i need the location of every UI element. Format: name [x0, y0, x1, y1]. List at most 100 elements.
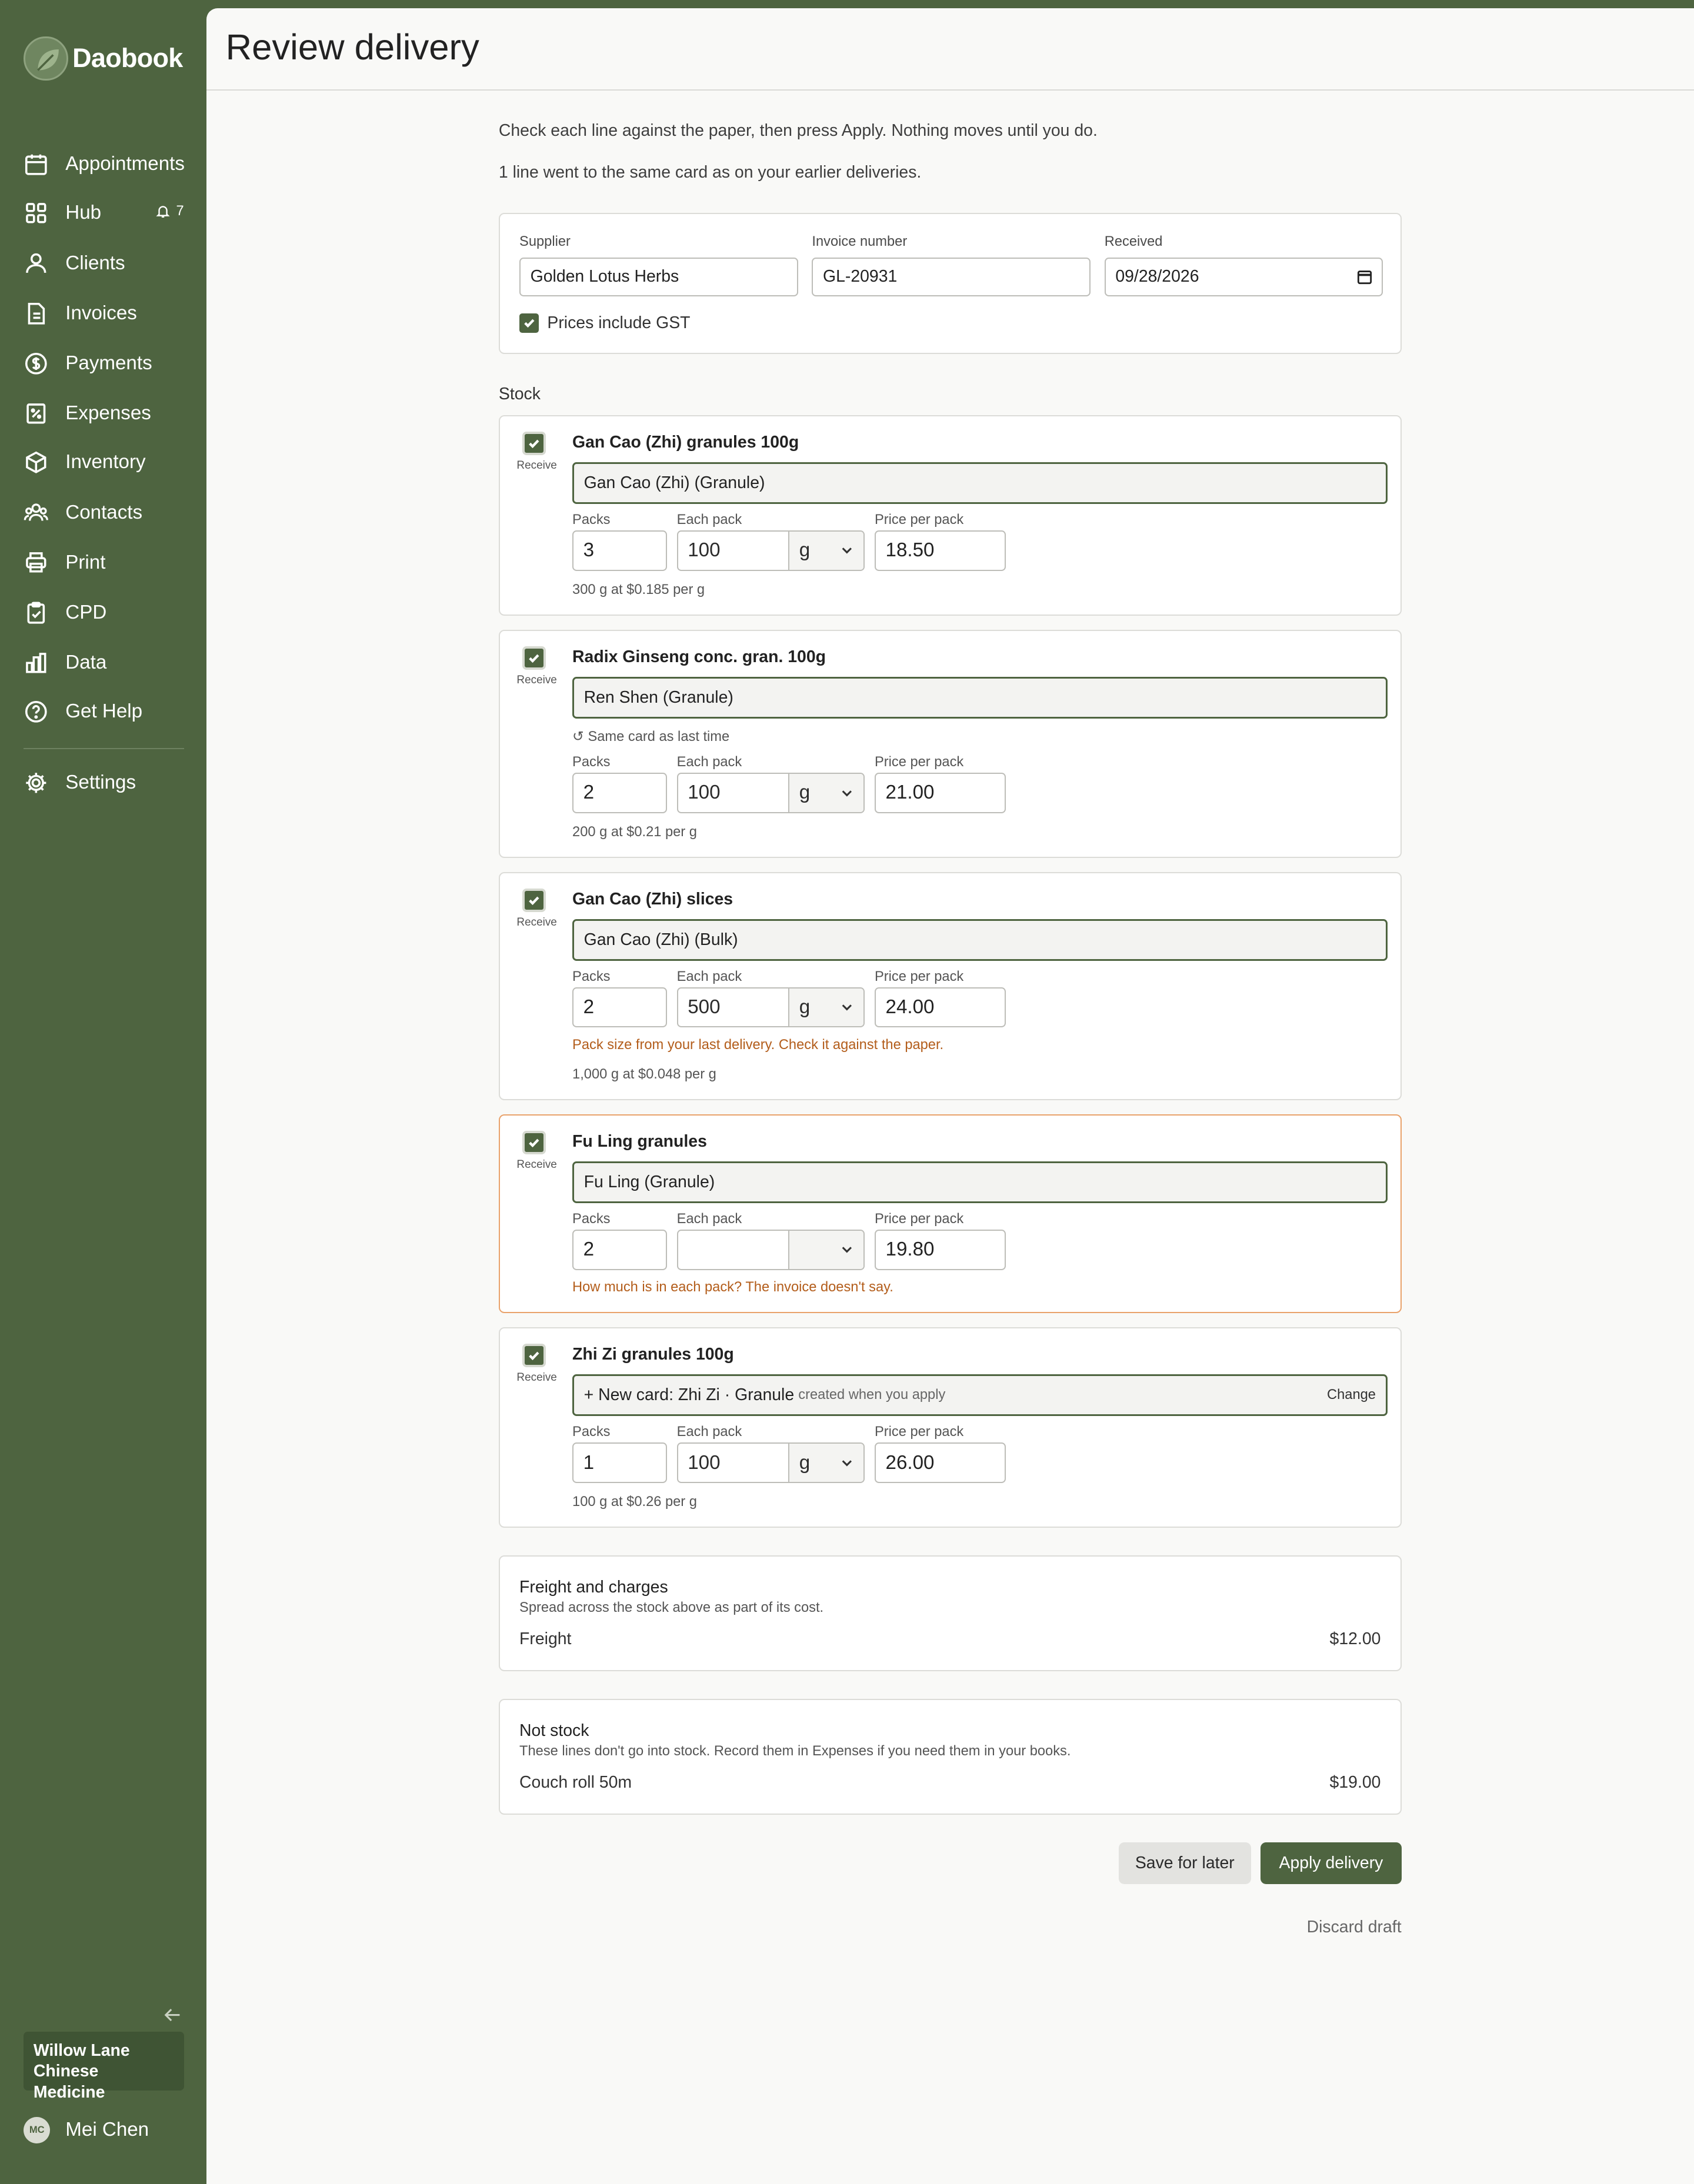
packs-input[interactable]: 2 [572, 987, 668, 1028]
check-icon [523, 319, 535, 328]
received-label: Received [1104, 233, 1163, 249]
sidebar-item-expenses[interactable]: Expenses [24, 393, 184, 435]
matched-card-name: Ren Shen (Granule) [583, 687, 733, 707]
sidebar-item-print[interactable]: Print [24, 542, 184, 583]
check-icon [529, 1138, 539, 1148]
main-panel: Review delivery Check each line against … [206, 8, 1694, 2184]
sidebar-item-hub[interactable]: Hub 7 [24, 192, 184, 234]
calendar-icon[interactable] [1357, 269, 1372, 285]
each-pack-amount[interactable]: 500 [678, 988, 790, 1027]
matched-card-select[interactable]: Gan Cao (Zhi) (Granule) [572, 462, 1388, 504]
sidebar-item-invoices[interactable]: Invoices [24, 292, 184, 334]
packs-input[interactable]: 2 [572, 1229, 668, 1270]
each-pack-label: Each pack [676, 1424, 742, 1440]
each-pack-amount[interactable]: 100 [678, 1444, 790, 1482]
receipt-icon [24, 401, 49, 426]
freight-row: Freight $12.00 [519, 1629, 1380, 1649]
sidebar: Daobook Appointments Hub 7 Clients Invoi… [0, 0, 206, 2184]
matched-card-select[interactable]: Fu Ling (Granule) [572, 1161, 1388, 1203]
logo-icon [24, 36, 69, 81]
collapse-sidebar-button[interactable] [163, 2005, 182, 2025]
packs-label: Packs [572, 1424, 611, 1440]
stock-line-card: Receive Gan Cao (Zhi) granules 100g Gan … [498, 415, 1402, 616]
sidebar-item-label: Get Help [65, 700, 143, 723]
each-pack-label: Each pack [676, 969, 742, 985]
help-icon [24, 699, 49, 724]
sidebar-item-clients[interactable]: Clients [24, 242, 184, 284]
cost-summary: 1,000 g at $0.048 per g [572, 1066, 716, 1082]
brand[interactable]: Daobook [24, 36, 183, 81]
not-stock-card: Not stock These lines don't go into stoc… [498, 1699, 1402, 1815]
change-card-button[interactable]: Change [1327, 1387, 1376, 1403]
sidebar-item-label: Payments [65, 352, 152, 375]
sidebar-item-cpd[interactable]: CPD [24, 592, 184, 634]
cost-summary: 200 g at $0.21 per g [572, 824, 697, 840]
packs-input[interactable]: 2 [572, 773, 668, 813]
notification-badge[interactable]: 7 [155, 203, 184, 219]
clinic-switcher[interactable]: Willow Lane Chinese Medicine [24, 2032, 184, 2102]
price-per-pack-input[interactable]: 19.80 [874, 1229, 1006, 1270]
receive-label: Receive [516, 916, 557, 929]
discard-draft-link[interactable]: Discard draft [1307, 1918, 1402, 1937]
not-stock-amount: $19.00 [1329, 1772, 1381, 1792]
new-card-hint: created when you apply [798, 1387, 946, 1403]
matched-card-select[interactable]: Ren Shen (Granule) [572, 676, 1388, 719]
receive-checkbox[interactable] [522, 888, 546, 912]
packs-input[interactable]: 3 [572, 530, 668, 571]
sidebar-item-label: CPD [65, 602, 107, 624]
price-per-pack-input[interactable]: 21.00 [874, 773, 1006, 813]
unit-select[interactable]: g [789, 774, 864, 812]
received-date-input[interactable]: 09/28/2026 [1104, 257, 1383, 297]
bell-icon [156, 206, 170, 218]
sidebar-item-data[interactable]: Data [24, 642, 184, 684]
invoice-number-label: Invoice number [812, 233, 908, 249]
chevron-down-icon [842, 1460, 852, 1467]
receive-checkbox[interactable] [522, 1130, 546, 1154]
each-pack-amount[interactable] [678, 1230, 790, 1269]
unit-select[interactable]: g [789, 531, 864, 570]
sidebar-item-payments[interactable]: Payments [24, 343, 184, 385]
receive-checkbox[interactable] [522, 646, 546, 670]
sidebar-item-contacts[interactable]: Contacts [24, 492, 184, 533]
check-icon [529, 896, 539, 906]
receive-checkbox[interactable] [522, 1344, 546, 1368]
receive-checkbox[interactable] [522, 431, 546, 456]
unit-select[interactable] [789, 1230, 864, 1269]
supplier-label: Supplier [519, 233, 571, 249]
price-per-pack-input[interactable]: 18.50 [874, 530, 1006, 571]
invoice-details-card: Supplier Golden Lotus Herbs Invoice numb… [498, 213, 1402, 354]
matched-card-select[interactable]: Gan Cao (Zhi) (Bulk) [572, 919, 1388, 961]
gst-label: Prices include GST [547, 313, 691, 332]
user-menu[interactable]: MC Mei Chen [24, 2116, 149, 2143]
check-icon [529, 1352, 539, 1361]
packs-input[interactable]: 1 [572, 1442, 668, 1483]
notification-count: 7 [176, 203, 184, 219]
check-icon [529, 654, 539, 663]
unit-value: g [799, 996, 811, 1018]
not-stock-title: Not stock [519, 1721, 589, 1740]
invoice-number-input[interactable]: GL-20931 [812, 257, 1091, 297]
gst-checkbox[interactable] [519, 313, 539, 333]
new-card-select[interactable]: + New card: Zhi Zi · Granule created whe… [572, 1374, 1388, 1417]
price-per-pack-input[interactable]: 26.00 [874, 1442, 1006, 1483]
sidebar-item-inventory[interactable]: Inventory [24, 442, 184, 483]
each-pack-amount[interactable]: 100 [678, 531, 790, 570]
apply-delivery-button[interactable]: Apply delivery [1261, 1842, 1402, 1885]
sidebar-divider [24, 747, 184, 750]
supplier-input[interactable]: Golden Lotus Herbs [519, 257, 798, 297]
sidebar-item-settings[interactable]: Settings [24, 762, 184, 804]
unit-select[interactable]: g [789, 1444, 864, 1482]
unit-value: g [799, 1451, 811, 1474]
each-pack-amount[interactable]: 100 [678, 774, 790, 812]
price-per-pack-input[interactable]: 24.00 [874, 987, 1006, 1028]
check-icon [529, 439, 539, 449]
same-card-note: ↺ Same card as last time [572, 729, 730, 745]
sidebar-item-get-help[interactable]: Get Help [24, 691, 184, 733]
cost-summary: 300 g at $0.185 per g [572, 582, 705, 597]
save-for-later-button[interactable]: Save for later [1118, 1842, 1251, 1885]
each-pack-input [676, 1229, 865, 1270]
sidebar-item-appointments[interactable]: Appointments [24, 143, 185, 185]
unit-select[interactable]: g [789, 988, 864, 1027]
calendar-icon [24, 152, 49, 177]
packs-label: Packs [572, 512, 611, 528]
